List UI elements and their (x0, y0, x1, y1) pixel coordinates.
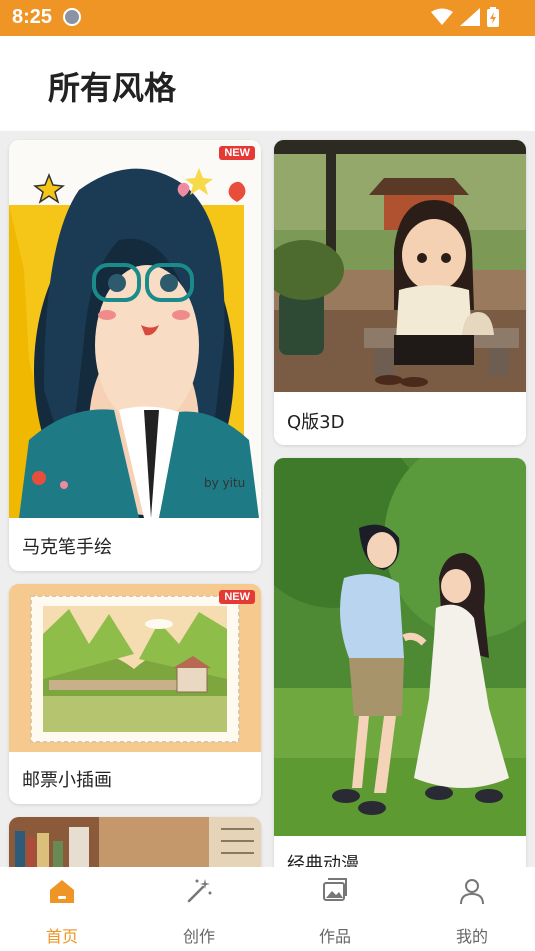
signal-icon (460, 8, 480, 26)
marker-style-thumbnail: by yitu (9, 140, 261, 518)
nav-label-home: 首页 (45, 927, 78, 946)
wifi-icon (431, 8, 453, 25)
nav-item-create[interactable]: 创作 (149, 867, 249, 951)
style-card-marker[interactable]: by yitu NEW 马克笔手绘 (9, 140, 261, 571)
page-title: 所有风格 (48, 69, 177, 107)
new-badge: NEW (219, 590, 255, 604)
header: 所有风格 (0, 36, 535, 131)
stamp-style-thumbnail (9, 584, 261, 752)
nav-item-profile[interactable]: 我的 (422, 867, 522, 951)
gallery-icon (323, 878, 347, 901)
style-label-marker: 马克笔手绘 (22, 537, 112, 558)
magic-wand-icon (187, 879, 212, 903)
new-badge: NEW (219, 146, 255, 160)
nav-item-works[interactable]: 作品 (285, 867, 385, 951)
bottom-nav: 首页 创作 作品 我的 (0, 867, 535, 951)
q3d-style-thumbnail (274, 140, 526, 392)
status-bar: 8:25 (0, 0, 535, 36)
style-card-q3d[interactable]: Q版3D (274, 140, 526, 445)
nav-label-create: 创作 (182, 927, 215, 946)
style-label-q3d: Q版3D (287, 412, 345, 433)
status-icons (431, 7, 499, 27)
style-card-anime[interactable]: 经典动漫 (274, 458, 526, 877)
artist-signature: by yitu (204, 476, 245, 490)
app-notification-icon (63, 8, 81, 26)
style-card-stamp[interactable]: NEW 邮票小插画 (9, 584, 261, 804)
battery-icon (487, 7, 499, 27)
home-icon (50, 880, 74, 903)
nav-item-home[interactable]: 首页 (12, 867, 112, 951)
anime-style-thumbnail (274, 458, 526, 836)
status-time: 8:25 (12, 6, 53, 28)
style-label-stamp: 邮票小插画 (22, 770, 112, 791)
nav-label-works: 作品 (318, 927, 351, 946)
user-icon (460, 879, 484, 905)
nav-label-profile: 我的 (455, 927, 488, 946)
